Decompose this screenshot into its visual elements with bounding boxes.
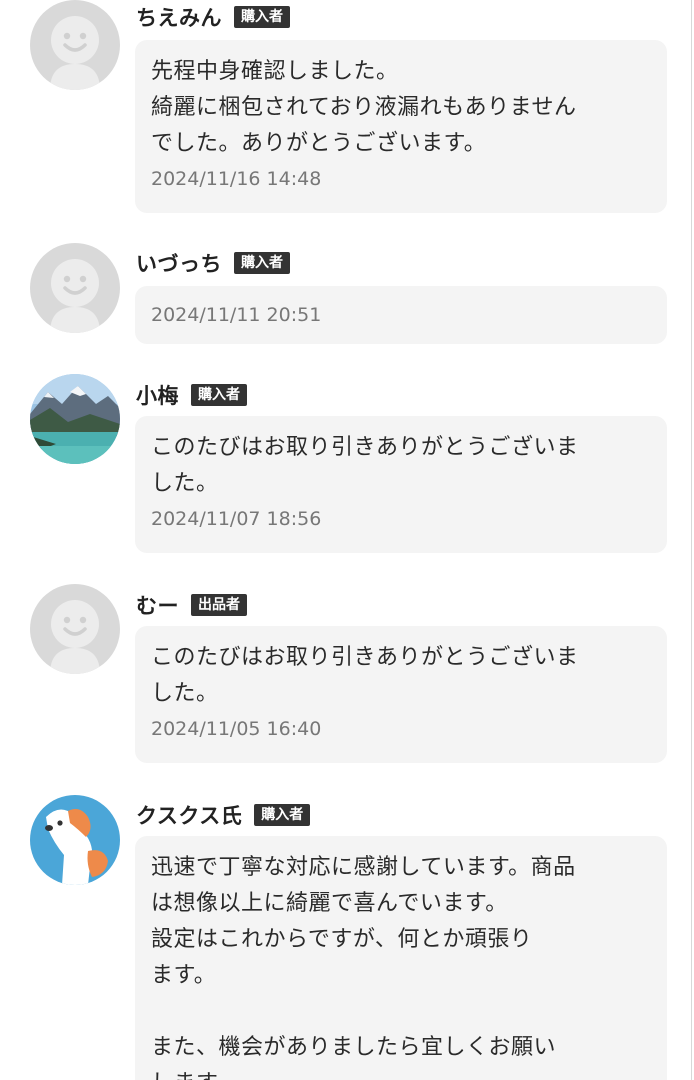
message-bubble: このたびはお取り引きありがとうございま した。 2024/11/07 18:56: [135, 416, 667, 553]
comment-header: ちえみん 購入者: [136, 2, 290, 32]
default-face-icon[interactable]: [30, 243, 120, 333]
role-badge: 購入者: [254, 804, 311, 826]
default-face-icon[interactable]: [30, 0, 120, 90]
message-bubble: 迅速で丁寧な対応に感謝しています。商品 は想像以上に綺麗で喜んでいます。 設定は…: [135, 836, 667, 1080]
message-text: このたびはお取り引きありがとうございま した。: [151, 435, 579, 496]
message-bubble: このたびはお取り引きありがとうございま した。 2024/11/05 16:40: [135, 626, 667, 763]
role-badge: 購入者: [191, 384, 247, 406]
comment-header: 小梅 購入者: [136, 380, 247, 410]
timestamp: 2024/11/11 20:51: [151, 304, 322, 326]
message-text: このたびはお取り引きありがとうございま した。: [151, 645, 579, 706]
scroll-edge: [691, 0, 692, 1080]
username[interactable]: クスクス氏: [136, 800, 242, 830]
username[interactable]: いづっち: [136, 248, 222, 278]
comment-header: クスクス氏 購入者: [136, 800, 311, 830]
default-face-icon[interactable]: [30, 584, 120, 674]
mountain-lake-photo[interactable]: [30, 374, 120, 464]
timestamp: 2024/11/16 14:48: [151, 168, 322, 190]
message-text: 迅速で丁寧な対応に感謝しています。商品 は想像以上に綺麗で喜んでいます。 設定は…: [151, 855, 576, 1080]
message-bubble: 先程中身確認しました。 綺麗に梱包されており液漏れもありません でした。ありがと…: [135, 40, 667, 213]
role-badge: 出品者: [191, 594, 247, 616]
username[interactable]: 小梅: [136, 380, 179, 410]
message-text: 先程中身確認しました。 綺麗に梱包されており液漏れもありません でした。ありがと…: [151, 59, 577, 156]
message-bubble: 2024/11/11 20:51: [135, 286, 667, 344]
username[interactable]: ちえみん: [136, 2, 222, 32]
role-badge: 購入者: [234, 6, 290, 28]
username[interactable]: むー: [136, 590, 179, 620]
timestamp: 2024/11/05 16:40: [151, 718, 322, 740]
comment-header: むー 出品者: [136, 590, 247, 620]
comment-list: ちえみん 購入者 先程中身確認しました。 綺麗に梱包されており液漏れもありません…: [0, 0, 694, 1080]
timestamp: 2024/11/07 18:56: [151, 508, 322, 530]
role-badge: 購入者: [234, 252, 290, 274]
dog-illustration[interactable]: [30, 795, 120, 885]
comment-header: いづっち 購入者: [136, 248, 290, 278]
